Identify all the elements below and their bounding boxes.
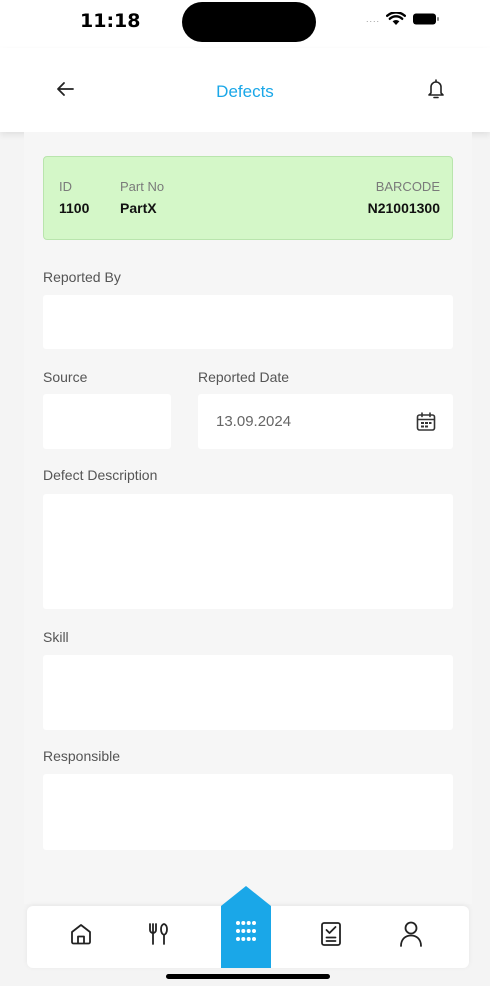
home-indicator: [166, 974, 330, 979]
restaurant-icon: [145, 921, 171, 952]
responsible-label: Responsible: [43, 748, 121, 764]
profile-icon: [397, 920, 425, 953]
notifications-button[interactable]: [424, 78, 448, 105]
part-info-card: ID 1100 Part No PartX BARCODE N21001300: [43, 156, 453, 240]
status-icons: ....: [366, 12, 440, 26]
defect-form: ID 1100 Part No PartX BARCODE N21001300 …: [24, 132, 472, 904]
source-field[interactable]: [43, 394, 171, 449]
bottom-navigation: [27, 886, 469, 968]
dynamic-island: [182, 2, 316, 42]
bell-icon: [427, 78, 445, 105]
part-no-label: Part No: [120, 179, 165, 194]
skill-field[interactable]: [43, 655, 453, 730]
nav-restaurant[interactable]: [138, 916, 178, 956]
signal-dots: ....: [366, 14, 381, 24]
reported-by-label: Reported By: [43, 269, 121, 285]
reported-date-field[interactable]: 13.09.2024: [198, 394, 453, 449]
reported-by-field[interactable]: [43, 295, 453, 349]
defect-description-field[interactable]: [43, 494, 453, 609]
reported-date-label: Reported Date: [198, 369, 290, 385]
home-icon: [68, 921, 94, 952]
id-value: 1100: [59, 200, 90, 216]
nav-checklist[interactable]: [311, 916, 351, 956]
nav-home[interactable]: [61, 916, 101, 956]
checklist-icon: [318, 920, 344, 953]
apps-grid-icon: [234, 919, 258, 948]
id-label: ID: [59, 179, 72, 194]
nav-profile[interactable]: [391, 916, 431, 956]
wifi-icon: [386, 12, 407, 26]
source-label: Source: [43, 369, 88, 385]
defect-description-label: Defect Description: [43, 467, 158, 483]
reported-date-value: 13.09.2024: [216, 413, 292, 430]
battery-icon: [412, 12, 440, 26]
part-no-value: PartX: [120, 200, 157, 216]
app-header: Defects: [0, 48, 490, 132]
status-time: 11:18: [80, 10, 141, 32]
page-title: Defects: [216, 82, 274, 101]
calendar-icon[interactable]: [415, 411, 437, 438]
barcode-label: BARCODE: [375, 179, 440, 194]
status-bar: 11:18 ....: [0, 0, 490, 48]
skill-label: Skill: [43, 629, 69, 645]
responsible-field[interactable]: [43, 774, 453, 850]
nav-apps-active[interactable]: [221, 886, 271, 968]
barcode-value: N21001300: [367, 200, 440, 216]
